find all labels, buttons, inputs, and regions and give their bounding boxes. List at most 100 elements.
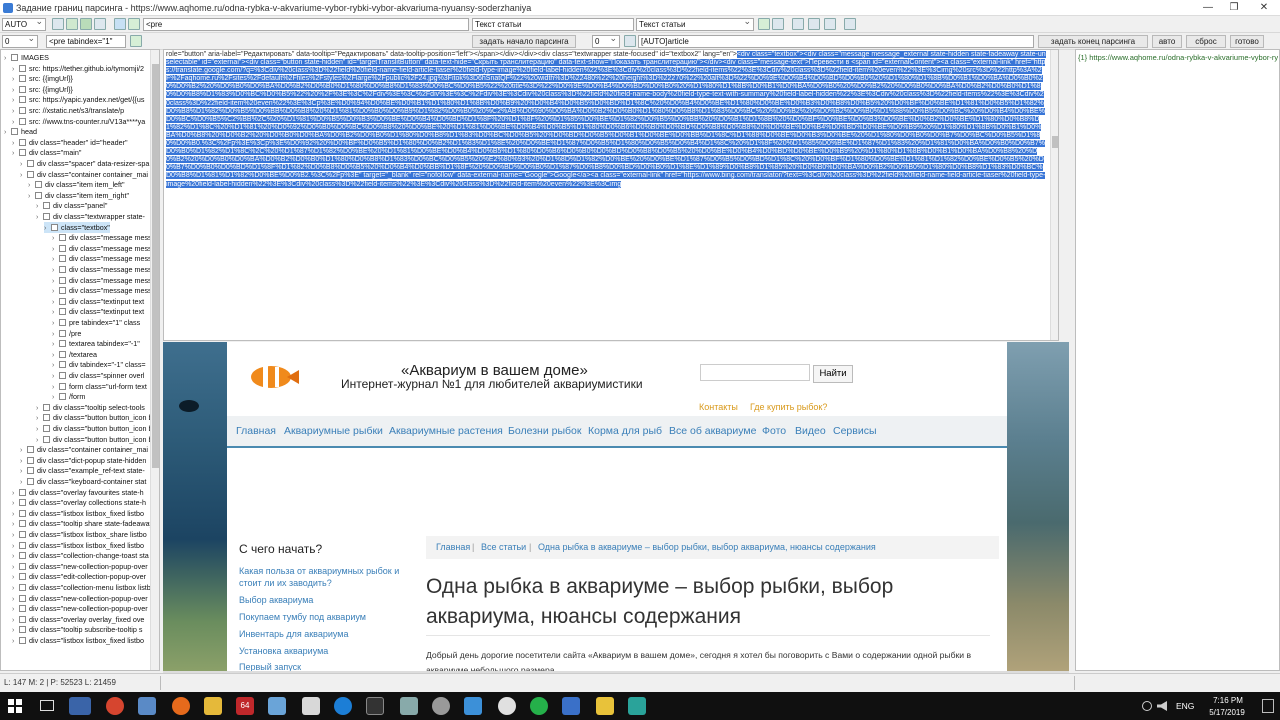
tree-node[interactable]: › src: https://yapic.yandex.net/get/{{us: [12, 94, 144, 105]
tree-node[interactable]: › div class="spacer" data-resizer-spa: [20, 158, 149, 169]
tree-checkbox[interactable]: [27, 160, 34, 167]
set-start-button[interactable]: задать начало парсинга: [472, 35, 576, 48]
refresh-icon[interactable]: [80, 18, 92, 30]
nav-plants[interactable]: Аквариумные растения: [389, 425, 503, 437]
arrow-icon[interactable]: [130, 35, 142, 47]
tree-node[interactable]: › div class="container container_mai: [20, 169, 148, 180]
app-icon-5[interactable]: [464, 697, 482, 715]
minimize-button[interactable]: —: [1196, 1, 1220, 14]
nav-food[interactable]: Корма для рыб: [588, 425, 662, 437]
tree-checkbox[interactable]: [19, 594, 26, 602]
whatsapp-icon[interactable]: [530, 697, 548, 715]
nav-services[interactable]: Сервисы: [833, 425, 877, 437]
tree-node[interactable]: › div class="button button_icon bi: [36, 412, 154, 423]
tree-checkbox[interactable]: [59, 266, 66, 273]
sidebar-link-4[interactable]: Инвентарь для аквариума: [239, 629, 348, 639]
network-icon[interactable]: [1142, 701, 1152, 711]
tree-expander-icon[interactable]: ›: [44, 223, 51, 234]
tree-scrollbar[interactable]: [150, 50, 159, 670]
tree-node[interactable]: › div class="textwrapper state-: [36, 211, 145, 222]
tree-node[interactable]: › pre tabindex="1" class: [52, 317, 140, 328]
auto-field[interactable]: [AUTO]article: [638, 35, 1034, 48]
tree-checkbox[interactable]: [59, 287, 66, 295]
tree-checkbox[interactable]: [19, 573, 26, 581]
align-left-icon[interactable]: [808, 18, 820, 30]
tree-node[interactable]: › div class="header" id="header": [12, 137, 128, 148]
tree-expander-icon[interactable]: ›: [36, 212, 43, 223]
tree-node[interactable]: › src: {{imgUrl}}: [12, 84, 73, 95]
tree-checkbox[interactable]: [19, 562, 26, 570]
edit-icon[interactable]: [772, 18, 784, 30]
tree-node[interactable]: › div class="new-collection-popup-over: [12, 561, 148, 572]
tree-checkbox[interactable]: [43, 435, 50, 443]
tree-node[interactable]: › div class="new-collection-popup-over: [12, 603, 148, 614]
tree-checkbox[interactable]: [35, 191, 42, 199]
nav-video[interactable]: Видео: [795, 425, 826, 437]
tree-checkbox[interactable]: [19, 552, 26, 560]
tree-node[interactable]: › src: https://tether.github.io/tymomji/2: [12, 63, 144, 74]
tree-node[interactable]: › div tabindex="-1" class=: [52, 359, 146, 370]
breadcrumb-home[interactable]: Главная: [436, 542, 470, 552]
tree-checkbox[interactable]: [59, 382, 66, 390]
tree-checkbox[interactable]: [19, 541, 26, 549]
tree-node[interactable]: › div class="panel": [36, 200, 107, 211]
number-field-1[interactable]: 0: [2, 35, 38, 48]
text-select[interactable]: Текст статьи: [636, 18, 754, 31]
tree-checkbox[interactable]: [19, 117, 26, 125]
tree-node[interactable]: › div class="listbox listbox_share listbo: [12, 529, 147, 540]
tree-node[interactable]: › div class="message mess: [52, 285, 152, 296]
tree-node[interactable]: › src: //www.tns-counter.ru/V13a****ya: [12, 116, 145, 127]
tree-checkbox[interactable]: [59, 350, 66, 358]
tree-checkbox[interactable]: [27, 446, 34, 454]
tree-node[interactable]: › div class="example_ref-text state-: [20, 465, 145, 476]
code-scroll-thumb[interactable]: [1052, 136, 1058, 148]
tree-checkbox[interactable]: [19, 509, 26, 517]
tree-node[interactable]: ›/textarea: [52, 349, 97, 360]
sidebar-link-1[interactable]: Какая польза от аквариумных рыбок и стои…: [239, 565, 405, 589]
play-icon[interactable]: [128, 18, 140, 30]
tree-checkbox[interactable]: [59, 372, 66, 379]
tree-checkbox[interactable]: [43, 403, 50, 411]
tree-checkbox[interactable]: [19, 488, 26, 496]
tree-node[interactable]: › div class="tooltip share state-fadeaway…: [12, 518, 159, 529]
clock-time[interactable]: 7:16 PM: [1208, 696, 1248, 705]
tree-node[interactable]: › div class="overlay favourites state-h: [12, 487, 144, 498]
tree-checkbox[interactable]: [59, 234, 66, 242]
globe-icon[interactable]: [114, 18, 126, 30]
tree-node[interactable]: › head: [4, 126, 37, 137]
nav-about[interactable]: Все об аквариуме: [669, 425, 756, 437]
volume-icon[interactable]: [1157, 701, 1167, 711]
site-search-button[interactable]: Найти: [813, 365, 853, 383]
tree-node[interactable]: › div class="textinput text: [52, 296, 144, 307]
sidebar-link-5[interactable]: Установка аквариума: [239, 646, 328, 656]
tree-node[interactable]: › src: //xstatic.net/s3/translate/p: [12, 105, 124, 116]
tree-checkbox[interactable]: [59, 340, 66, 348]
arrow-right-icon[interactable]: [624, 35, 636, 47]
tree-checkbox[interactable]: [19, 520, 26, 528]
tree-node[interactable]: › div class="tooltip subscribe-tooltip s: [12, 624, 142, 635]
tree-expander-icon[interactable]: ›: [4, 53, 11, 64]
notes-icon[interactable]: [596, 697, 614, 715]
tree-node[interactable]: › div class="overlay overlay_fixed ove: [12, 614, 144, 625]
tree-node[interactable]: › div class="overlay collections state-h: [12, 497, 146, 508]
app-icon-7[interactable]: [628, 697, 646, 715]
tree-checkbox[interactable]: [51, 223, 58, 231]
parser-app-icon[interactable]: [69, 697, 91, 715]
tag-field[interactable]: <pre tabindex="1": [46, 35, 126, 48]
tree-checkbox[interactable]: [19, 138, 26, 146]
where-buy-link[interactable]: Где купить рыбок?: [750, 402, 827, 412]
done-button[interactable]: готово: [1230, 35, 1264, 48]
firefox-icon[interactable]: [172, 697, 190, 715]
auto-button[interactable]: авто: [1152, 35, 1182, 48]
nav-photo[interactable]: Фото: [762, 425, 786, 437]
tree-node[interactable]: › div class="message mess: [52, 232, 152, 243]
sidebar-link-3[interactable]: Покупаем тумбу под аквариум: [239, 612, 366, 622]
tree-checkbox[interactable]: [19, 499, 26, 507]
tree-node[interactable]: › div class="message mess: [52, 253, 152, 264]
edge-icon[interactable]: [334, 697, 352, 715]
tree-checkbox[interactable]: [19, 531, 26, 538]
pre-field[interactable]: <pre: [143, 18, 469, 31]
tree-checkbox[interactable]: [59, 393, 66, 401]
nav-home[interactable]: Главная: [236, 425, 276, 437]
tree-node[interactable]: › div class="listbox listbox_fixed listbo: [12, 540, 144, 551]
